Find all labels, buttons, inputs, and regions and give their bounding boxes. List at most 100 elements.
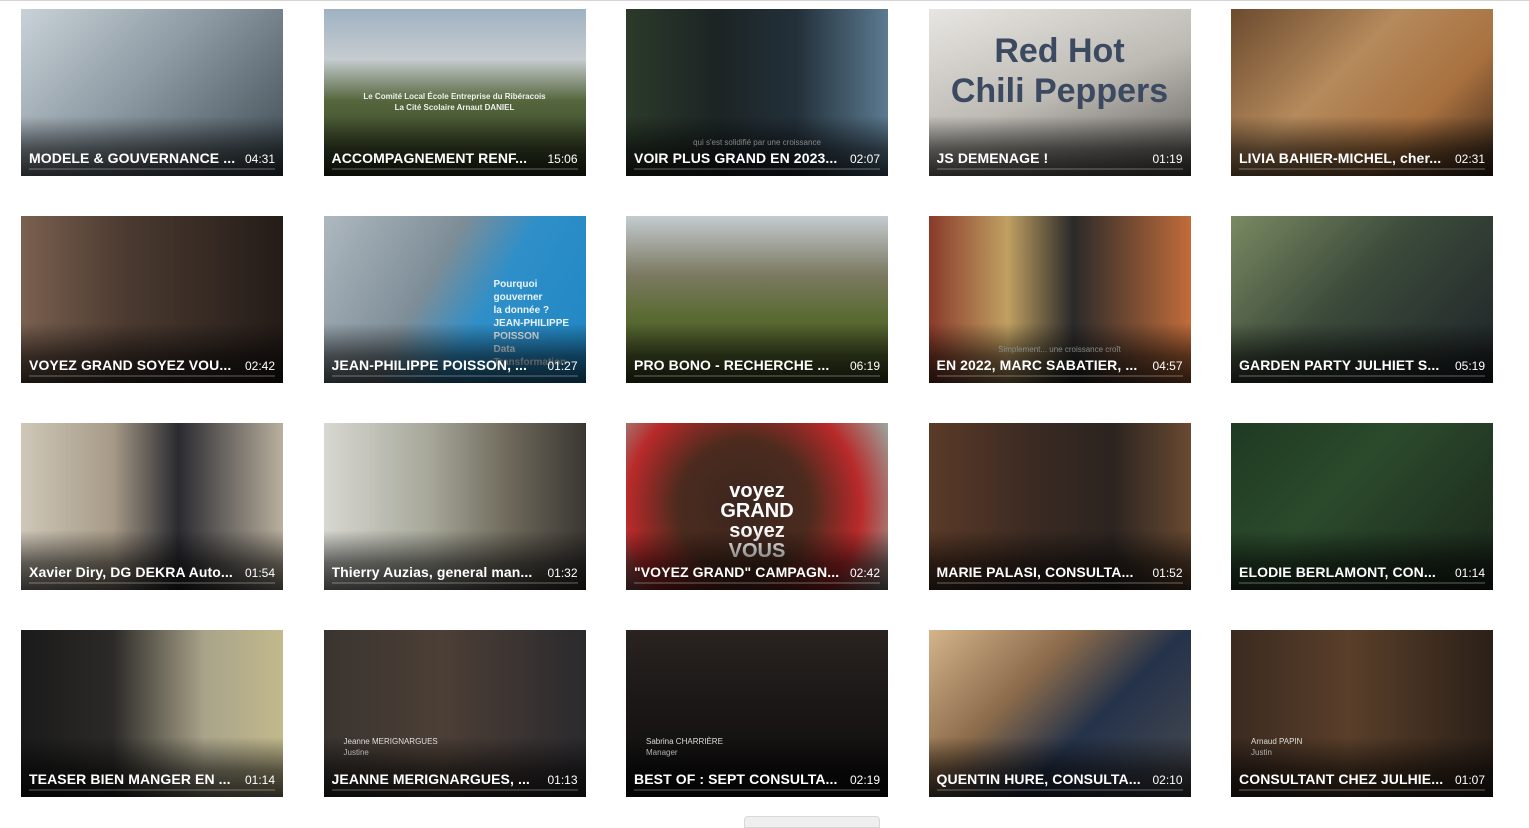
video-duration: 01:14 [1454,566,1485,580]
video-title[interactable]: QUENTIN HURE, CONSULTA... [937,771,1147,787]
caption-underline [29,789,275,791]
video-title[interactable]: JS DEMENAGE ! [937,150,1147,166]
caption-underline [634,582,880,584]
caption-underline [331,168,578,170]
video-card[interactable]: Le Comité Local École Entreprise du Ribé… [323,9,586,176]
caption-shade [21,116,283,176]
video-duration: 15:06 [547,152,578,166]
thumbnail-overlay-line: Le Comité Local École Entreprise du Ribé… [363,92,546,101]
thumbnail-overlay-line: voyez [729,480,785,502]
video-title[interactable]: VOIR PLUS GRAND EN 2023... [634,150,844,166]
caption-shade [626,116,888,176]
video-card[interactable]: Thierry Auzias, general man... 01:32 [323,423,586,590]
video-title[interactable]: LIVIA BAHIER-MICHEL, cher... [1239,150,1449,166]
thumbnail-overlay-line: Red Hot [994,32,1125,70]
video-title[interactable]: CONSULTANT CHEZ JULHIE... [1239,771,1449,787]
video-duration: 01:52 [1152,566,1183,580]
video-title[interactable]: VOYEZ GRAND SOYEZ VOU... [29,357,239,373]
video-duration: 02:19 [849,773,880,787]
caption-shade [1231,737,1493,797]
caption-underline [634,375,880,377]
caption-underline [1239,168,1485,170]
video-card[interactable]: MODELE & GOUVERNANCE ... 04:31 [21,9,283,176]
video-title[interactable]: ACCOMPAGNEMENT RENF... [332,150,542,166]
video-card[interactable]: voyezGRANDsoyezVOUS"VOYEZ GRAND" CAMPAGN… [626,423,888,590]
caption-underline [331,582,578,584]
video-caption: "VOYEZ GRAND" CAMPAGN... 02:42 [634,564,880,580]
video-caption: Xavier Diry, DG DEKRA Auto... 01:54 [29,564,275,580]
video-card[interactable]: Pourquoi gouverner la donnée ? JEAN-PHILIP… [323,216,586,383]
video-duration: 01:19 [1152,152,1183,166]
video-card[interactable]: MARIE PALASI, CONSULTA... 01:52 [928,423,1191,590]
video-card[interactable]: Jeanne MERIGNARGUESJustineJEANNE MERIGNA… [323,630,586,797]
caption-shade [1231,116,1493,176]
video-card[interactable]: Sabrina CHARRIÈREManagerBEST OF : SEPT C… [626,630,888,797]
video-title[interactable]: Xavier Diry, DG DEKRA Auto... [29,564,239,580]
video-card[interactable]: Arnaud PAPINJustinCONSULTANT CHEZ JULHIE… [1231,630,1493,797]
video-title[interactable]: MODELE & GOUVERNANCE ... [29,150,239,166]
video-title[interactable]: EN 2022, MARC SABATIER, ... [937,357,1147,373]
video-card[interactable]: ELODIE BERLAMONT, CON... 01:14 [1231,423,1493,590]
video-title[interactable]: BEST OF : SEPT CONSULTA... [634,771,844,787]
video-grid: MODELE & GOUVERNANCE ... 04:31 Le Comité L… [21,9,1493,797]
video-caption: CONSULTANT CHEZ JULHIE... 01:07 [1239,771,1485,787]
video-card[interactable]: Red Hot Chili Peppers JS DEMENAGE ! 01:19 [928,9,1191,176]
caption-shade [323,530,586,590]
video-card[interactable]: PRO BONO - RECHERCHE ... 06:19 [626,216,888,383]
video-duration: 04:57 [1152,359,1183,373]
caption-shade [928,737,1191,797]
video-duration: 05:19 [1454,359,1485,373]
caption-shade [1231,323,1493,383]
caption-underline [634,168,880,170]
thumbnail-overlay-text: Le Comité Local École Entreprise du Ribé… [324,91,586,113]
video-title[interactable]: TEASER BIEN MANGER EN ... [29,771,239,787]
caption-underline [29,168,275,170]
video-card[interactable]: VOYEZ GRAND SOYEZ VOU... 02:42 [21,216,283,383]
video-duration: 02:10 [1152,773,1183,787]
video-card[interactable]: GARDEN PARTY JULHIET S... 05:19 [1231,216,1493,383]
video-duration: 01:14 [244,773,275,787]
caption-underline [936,168,1183,170]
load-more-button[interactable] [744,816,880,828]
video-title[interactable]: "VOYEZ GRAND" CAMPAGN... [634,564,844,580]
video-card[interactable]: QUENTIN HURE, CONSULTA... 02:10 [928,630,1191,797]
video-duration: 01:07 [1454,773,1485,787]
video-title[interactable]: JEAN-PHILIPPE POISSON, ... [332,357,542,373]
caption-shade [1231,530,1493,590]
video-title[interactable]: MARIE PALASI, CONSULTA... [937,564,1147,580]
caption-shade [323,323,586,383]
video-card[interactable]: TEASER BIEN MANGER EN ... 01:14 [21,630,283,797]
caption-shade [21,323,283,383]
video-duration: 01:54 [244,566,275,580]
thumbnail-overlay-line: la donnée ? [493,305,550,316]
video-caption: MARIE PALASI, CONSULTA... 01:52 [937,564,1183,580]
video-caption: JS DEMENAGE ! 01:19 [937,150,1183,166]
caption-underline [936,789,1183,791]
video-card[interactable]: LIVIA BAHIER-MICHEL, cher... 02:31 [1231,9,1493,176]
caption-underline [331,375,578,377]
caption-underline [29,582,275,584]
video-caption: JEAN-PHILIPPE POISSON, ... 01:27 [332,357,578,373]
caption-underline [1239,789,1485,791]
video-title[interactable]: GARDEN PARTY JULHIET S... [1239,357,1449,373]
caption-underline [331,789,578,791]
video-title[interactable]: JEANNE MERIGNARGUES, ... [332,771,542,787]
video-caption: VOYEZ GRAND SOYEZ VOU... 02:42 [29,357,275,373]
video-duration: 06:19 [849,359,880,373]
video-title[interactable]: Thierry Auzias, general man... [332,564,542,580]
thumbnail-overlay-line: GRAND [720,500,794,522]
video-card[interactable]: Xavier Diry, DG DEKRA Auto... 01:54 [21,423,283,590]
video-duration: 02:42 [244,359,275,373]
caption-shade [21,530,283,590]
video-caption: ELODIE BERLAMONT, CON... 01:14 [1239,564,1485,580]
video-caption: MODELE & GOUVERNANCE ... 04:31 [29,150,275,166]
video-title[interactable]: ELODIE BERLAMONT, CON... [1239,564,1449,580]
video-card[interactable]: Simplement... une croissance croîtEN 202… [928,216,1191,383]
video-caption: Thierry Auzias, general man... 01:32 [332,564,578,580]
video-duration: 01:32 [547,566,578,580]
video-caption: PRO BONO - RECHERCHE ... 06:19 [634,357,880,373]
video-title[interactable]: PRO BONO - RECHERCHE ... [634,357,844,373]
caption-underline [634,789,880,791]
video-card[interactable]: qui s'est solidifié par une croissanceVO… [626,9,888,176]
video-caption: QUENTIN HURE, CONSULTA... 02:10 [937,771,1183,787]
